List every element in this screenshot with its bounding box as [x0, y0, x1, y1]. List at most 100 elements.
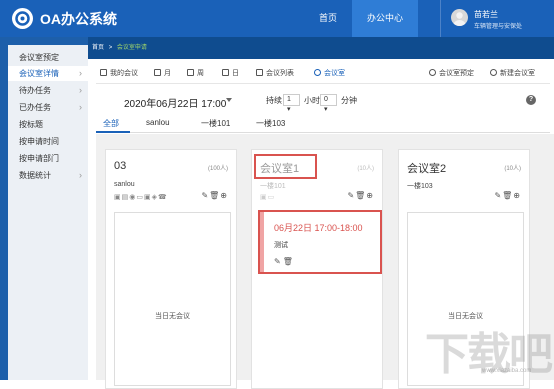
room-card: 会议室1 (10人) 一楼101 ▣▭ ✎🗑⊕ 06月22日 17:00-18:… — [251, 149, 383, 389]
chevron-right-icon: › — [79, 170, 82, 180]
room-booking-label: 会议室预定 — [439, 70, 474, 77]
sidebar-panel: 会议室预定 会议室详情 › 待办任务 › 已办任务 › 按标题 按申请时间 按申请部门… — [8, 45, 88, 380]
watermark-url: www.xiazaiba.com — [482, 368, 532, 374]
tab-sanlou[interactable]: sanlou — [146, 118, 170, 127]
nav-office-center[interactable]: 办公中心 — [352, 0, 418, 37]
sidebar-item-room-details[interactable]: 会议室详情 › — [8, 66, 88, 81]
date-picker[interactable]: 2020年06月22日 17:00 — [124, 95, 226, 110]
list-icon — [256, 69, 263, 76]
hour-unit-label: 小时 — [304, 96, 320, 105]
sidebar-item-by-title[interactable]: 按标题 — [8, 117, 88, 132]
plus-circle-icon — [490, 69, 497, 76]
top-bar: OA办公系统 首页 办公中心 苗若兰 车辆管理与安保处 — [0, 0, 554, 37]
duration-hours-select[interactable]: 1 ▾ — [283, 94, 300, 113]
sidebar-item-label: 会议室预定 — [19, 53, 59, 62]
room-location: 一楼101 — [260, 183, 286, 190]
empty-text: 当日无会议 — [155, 313, 190, 320]
meeting-room-view-button[interactable]: 会议室 — [314, 68, 345, 78]
meeting-time: 06月22日 17:00-18:00 — [274, 223, 363, 233]
edit-icon[interactable]: ✎ — [494, 191, 502, 200]
user-menu[interactable]: 苗若兰 车辆管理与安保处 — [440, 0, 554, 37]
add-icon[interactable]: ⊕ — [366, 191, 374, 200]
sidebar-item-room-booking[interactable]: 会议室预定 — [8, 50, 88, 65]
date-bar: 2020年06月22日 17:00 持续 1 ▾ 小时 0 ▾ 分钟 ? — [96, 90, 550, 113]
meeting-card[interactable]: 06月22日 17:00-18:00 测试 ✎🗑 — [258, 210, 382, 274]
chevron-right-icon: › — [79, 102, 82, 112]
plus-circle-icon — [429, 69, 436, 76]
user-name: 苗若兰 — [474, 10, 498, 19]
avatar — [451, 9, 468, 26]
week-label: 周 — [197, 70, 204, 77]
sidebar-item-label: 待办任务 — [19, 86, 51, 95]
tab-all[interactable]: 全部 — [103, 118, 119, 129]
sidebar-item-label: 会议室详情 — [19, 69, 59, 78]
add-icon[interactable]: ⊕ — [220, 191, 228, 200]
room-equipment-icons: ▣▤◉▭▣◈☎ — [114, 194, 168, 201]
tab-floor1-103[interactable]: 一楼103 — [256, 118, 285, 129]
sidebar-item-done-tasks[interactable]: 已办任务 › — [8, 100, 88, 115]
room-icon — [314, 69, 321, 76]
meeting-actions: ✎🗑 — [274, 257, 295, 266]
room-location: sanlou — [114, 181, 135, 188]
delete-icon[interactable]: 🗑 — [283, 257, 295, 266]
room-name: 03 — [114, 160, 127, 172]
room-capacity: (100人) — [207, 166, 228, 172]
calendar-icon — [187, 69, 194, 76]
room-actions: ✎🗑⊕ — [494, 191, 521, 200]
room-name: 会议室1 — [260, 163, 300, 175]
delete-icon[interactable]: 🗑 — [502, 191, 513, 200]
delete-icon[interactable]: 🗑 — [355, 191, 366, 200]
location-tabs: 全部 sanlou 一楼101 一楼103 — [96, 113, 550, 133]
sidebar-item-statistics[interactable]: 数据统计 › — [8, 168, 88, 183]
sidebar: 会议室预定 会议室详情 › 待办任务 › 已办任务 › 按标题 按申请时间 按申请部门… — [0, 37, 88, 380]
tab-floor1-101[interactable]: 一楼101 — [201, 118, 230, 129]
hours-value: 1 — [287, 96, 291, 103]
calendar-icon — [154, 69, 161, 76]
sidebar-item-label: 数据统计 — [19, 171, 51, 180]
calendar-icon — [222, 69, 229, 76]
delete-icon[interactable]: 🗑 — [209, 191, 220, 200]
nav-home[interactable]: 首页 — [308, 0, 348, 37]
month-label: 月 — [164, 70, 171, 77]
sidebar-item-by-department[interactable]: 按申请部门 — [8, 151, 88, 166]
room-name: 会议室2 — [407, 163, 447, 175]
edit-icon[interactable]: ✎ — [347, 191, 355, 200]
breadcrumb-current: 会议室申请 — [116, 45, 147, 51]
meeting-room-label: 会议室 — [324, 70, 345, 77]
help-icon[interactable]: ? — [526, 95, 536, 105]
meeting-list-button[interactable]: 会议列表 — [256, 68, 294, 78]
sidebar-item-label: 已办任务 — [19, 103, 51, 112]
day-view-button[interactable]: 日 — [222, 68, 239, 78]
meeting-list-label: 会议列表 — [266, 70, 294, 77]
duration-label: 持续 — [266, 96, 282, 105]
edit-icon[interactable]: ✎ — [274, 257, 283, 266]
caret-down-icon[interactable] — [226, 98, 232, 102]
edit-icon[interactable]: ✎ — [201, 191, 209, 200]
empty-schedule[interactable]: 当日无会议 — [114, 212, 231, 386]
my-meetings-button[interactable]: 我的会议 — [100, 68, 138, 78]
breadcrumb-separator: > — [108, 45, 113, 51]
new-meeting-room-label: 新建会议室 — [500, 70, 535, 77]
sidebar-item-by-apply-time[interactable]: 按申请时间 — [8, 134, 88, 149]
day-label: 日 — [232, 70, 239, 77]
breadcrumb-home[interactable]: 首页 — [92, 45, 104, 51]
room-capacity: (10人) — [357, 166, 374, 172]
room-actions: ✎🗑⊕ — [201, 191, 228, 200]
new-meeting-room-button[interactable]: 新建会议室 — [490, 68, 535, 78]
sidebar-item-label: 按申请部门 — [19, 154, 59, 163]
my-meetings-label: 我的会议 — [110, 70, 138, 77]
sidebar-item-todo-tasks[interactable]: 待办任务 › — [8, 83, 88, 98]
month-view-button[interactable]: 月 — [154, 68, 171, 78]
duration-minutes-select[interactable]: 0 ▾ — [320, 94, 337, 113]
app-title: OA办公系统 — [40, 11, 117, 27]
add-icon[interactable]: ⊕ — [513, 191, 521, 200]
room-capacity: (10人) — [504, 166, 521, 172]
room-actions: ✎🗑⊕ — [347, 191, 374, 200]
minute-unit-label: 分钟 — [341, 96, 357, 105]
sidebar-item-label: 按申请时间 — [19, 137, 59, 146]
week-view-button[interactable]: 周 — [187, 68, 204, 78]
meeting-title: 测试 — [274, 242, 288, 249]
room-booking-button[interactable]: 会议室预定 — [429, 68, 474, 78]
room-location: 一楼103 — [407, 183, 433, 190]
meeting-color-bar — [260, 212, 264, 272]
